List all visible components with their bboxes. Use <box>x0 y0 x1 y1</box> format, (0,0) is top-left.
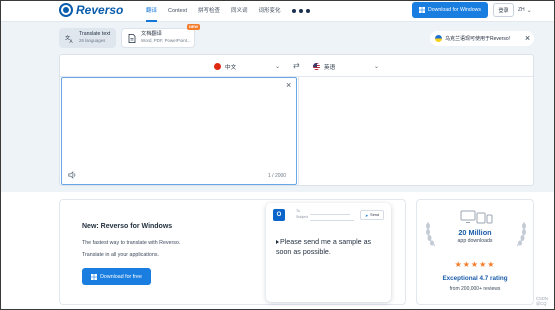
nav-item-context[interactable]: Context <box>168 0 187 22</box>
promo-banner-text: 乌克兰语现可使用于Reverso! <box>445 36 511 42</box>
ukraine-flag-icon <box>435 35 442 42</box>
windows-promo-title: New: Reverso for Windows <box>82 223 173 230</box>
download-for-free-label: Download for free <box>100 273 142 280</box>
nav-item-conjugation[interactable]: 词形变化 <box>259 0 281 22</box>
tab-translate-document[interactable]: 文档翻译 Word, PDF, PowerPoint... NEW <box>121 24 200 48</box>
mail-to-line <box>310 214 350 215</box>
reverso-logo-icon <box>59 3 73 17</box>
windows-icon <box>418 7 425 13</box>
ukrainian-promo-banner[interactable]: 乌克兰语现可使用于Reverso! <box>430 31 534 46</box>
chevron-down-icon: ⌄ <box>526 7 532 14</box>
translate-icon: 文 A <box>65 34 74 43</box>
download-for-free-button[interactable]: Download for free <box>82 268 151 285</box>
downloads-label: app downloads <box>457 238 493 244</box>
speaker-icon[interactable] <box>68 171 77 179</box>
rating-label: Exceptional 4.7 rating <box>442 275 508 282</box>
nav-item-spell-check[interactable]: 拼写检查 <box>198 0 220 22</box>
ui-language-select[interactable]: ZH ⌄ <box>518 3 532 17</box>
outlook-icon: O <box>273 209 285 221</box>
top-header: Reverso 翻译 Context 拼写检查 同义词 词形变化 Downloa… <box>0 0 555 22</box>
language-bar: 中文 ⌄ ⇄ 英语 ⌄ <box>60 55 533 77</box>
mail-body-value: Please send me a sample as soon as possi… <box>276 238 372 257</box>
watermark: CSDN @CQ <box>536 296 548 306</box>
send-icon: ➤ <box>364 213 369 218</box>
reverso-logo[interactable]: Reverso <box>59 3 123 17</box>
clear-text-icon[interactable]: × <box>286 81 291 90</box>
character-counter: 1 / 2000 <box>268 173 287 179</box>
new-badge: NEW <box>187 24 200 30</box>
star-icon: ★ <box>454 260 463 269</box>
source-language-label: 中文 <box>225 64 237 71</box>
source-text-input[interactable]: × 1 / 2000 <box>61 77 297 185</box>
login-button[interactable]: 登录 <box>493 3 514 17</box>
mail-body-text: Please send me a sample as soon as possi… <box>276 237 388 257</box>
mail-send-button: ➤ Send <box>360 210 384 220</box>
mail-send-label: Send <box>370 213 380 217</box>
windows-promo-line1: The fastest way to translate with Revers… <box>82 240 181 246</box>
watermark-line2: @CQ <box>536 301 547 307</box>
svg-text:A: A <box>70 39 74 43</box>
chevron-down-icon: ⌄ <box>274 64 280 70</box>
target-language-label: 英语 <box>324 64 336 71</box>
stats-card: 20 Million app downloads ★★★★★ Exception… <box>416 199 534 305</box>
devices-icon <box>460 210 493 224</box>
us-flag-icon <box>313 63 320 70</box>
document-icon <box>128 33 136 43</box>
target-text-output <box>299 77 533 185</box>
swap-languages-icon[interactable]: ⇄ <box>293 61 300 70</box>
header-download-button[interactable]: Download for Windows <box>412 2 488 18</box>
tab-document-subtitle: Word, PDF, PowerPoint... <box>141 38 191 44</box>
windows-promo-line2: Translate in all your applications. <box>82 252 159 258</box>
target-language-select[interactable]: 英语 ⌄ <box>313 61 379 72</box>
brand-name: Reverso <box>76 3 124 17</box>
star-icon: ★ <box>487 260 496 269</box>
ui-language-label: ZH <box>518 7 525 13</box>
main-nav: 翻译 Context 拼写检查 同义词 词形变化 <box>146 0 310 22</box>
nav-item-translate[interactable]: 翻译 <box>146 0 158 22</box>
reviews-label: from 200,000+ reviews <box>449 286 501 292</box>
tab-translate-text[interactable]: 文 A Translate text 26 languages <box>59 28 116 48</box>
translator-panel: 中文 ⌄ ⇄ 英语 ⌄ × 1 / 2000 <box>59 54 534 186</box>
nav-item-synonyms[interactable]: 同义词 <box>231 0 248 22</box>
star-icon: ★ <box>462 260 471 269</box>
rating-stars: ★★★★★ <box>417 260 533 269</box>
china-flag-icon <box>214 63 221 70</box>
cursor-icon <box>276 240 279 244</box>
tab-text-subtitle: 26 languages <box>79 38 106 44</box>
header-download-label: Download for Windows <box>427 7 482 13</box>
downloads-value: 20 Million <box>458 228 492 237</box>
chevron-down-icon: ⌄ <box>373 64 379 70</box>
close-icon[interactable]: × <box>522 33 533 44</box>
mail-header-fields: To Subject <box>296 209 308 221</box>
mail-preview-card: O To Subject ➤ Send Please send me a sam… <box>266 203 391 302</box>
more-menu-icon[interactable] <box>291 9 310 13</box>
mail-subject-line <box>310 220 354 221</box>
windows-icon <box>91 273 98 280</box>
star-icon: ★ <box>470 260 480 269</box>
source-language-select[interactable]: 中文 ⌄ <box>214 61 280 72</box>
mail-subject-label: Subject <box>296 214 308 219</box>
